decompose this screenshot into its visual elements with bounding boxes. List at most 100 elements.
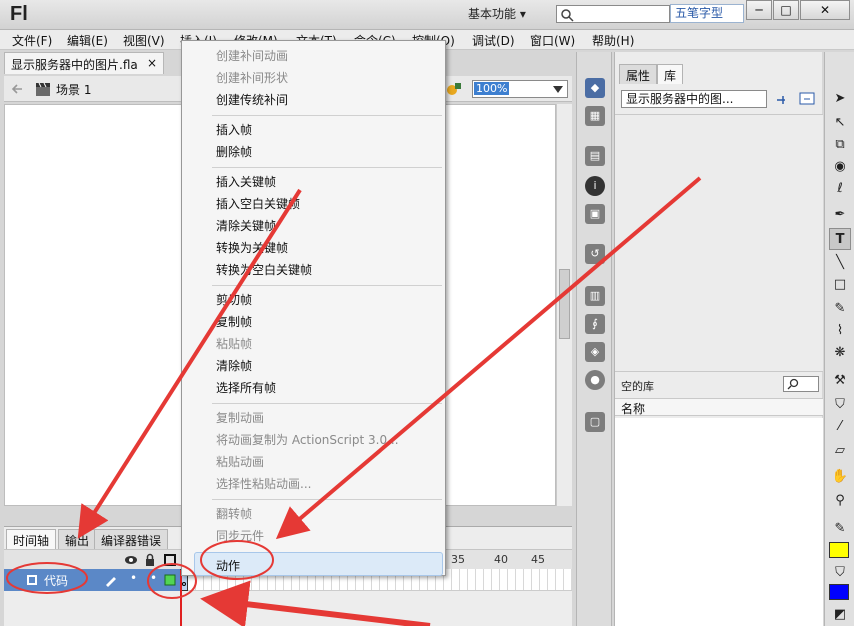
menu-item-insert-frame[interactable]: 插入帧	[216, 121, 252, 138]
clapper-icon	[36, 82, 50, 96]
rectangle-tool-icon[interactable]: □	[829, 274, 851, 296]
tab-output[interactable]: 输出	[58, 529, 97, 549]
line-tool-icon[interactable]: ╲	[829, 252, 851, 274]
menu-edit[interactable]: 编辑(E)	[67, 32, 108, 49]
swap-colors-icon[interactable]: ◩	[829, 604, 851, 626]
maximize-button[interactable]: □	[773, 0, 799, 20]
library-item-list[interactable]	[615, 418, 823, 626]
eraser-tool-icon[interactable]: ▱	[829, 440, 851, 462]
new-library-panel-icon[interactable]	[799, 92, 817, 106]
menu-item-clear-keyframe[interactable]: 清除关键帧	[216, 217, 276, 234]
tab-library[interactable]: 库	[657, 64, 684, 84]
library-books-icon[interactable]: ▥	[585, 286, 605, 306]
ime-indicator[interactable]: 五笔字型	[670, 4, 744, 23]
menu-item-create-motion-tween: 创建补间动画	[216, 49, 289, 63]
library-preview	[615, 114, 823, 372]
zoom-select[interactable]: 100%	[472, 80, 568, 98]
tab-compiler-errors[interactable]: 编译器错误	[94, 529, 169, 549]
hand-tool-icon[interactable]: ✋	[829, 466, 851, 488]
menu-item-cut-frames[interactable]: 剪切帧	[216, 291, 252, 308]
menu-item-copy-motion-as-as3: 将动画复制为 ActionScript 3.0...	[216, 433, 399, 447]
menu-item-insert-keyframe[interactable]: 插入关键帧	[216, 173, 276, 190]
history-icon[interactable]: ↺	[585, 244, 605, 264]
3d-rotation-tool-icon[interactable]: ◉	[829, 156, 851, 178]
subselection-tool-icon[interactable]: ↖	[829, 112, 851, 134]
menu-item-create-classic-tween[interactable]: 创建传统补间	[216, 91, 288, 108]
menu-item-paste-motion: 粘贴动画	[216, 455, 265, 469]
actions-icon[interactable]: ∮	[585, 314, 605, 334]
menu-item-create-shape-tween: 创建补间形状	[216, 71, 289, 85]
menu-item-paste-frames: 粘贴帧	[216, 337, 253, 351]
menu-item-select-all-frames[interactable]: 选择所有帧	[216, 379, 276, 396]
project-icon[interactable]: ▢	[585, 412, 605, 432]
frame-context-menu: 创建补间动画 创建补间形状 创建传统补间 插入帧 删除帧 插入关键帧 插入空白关…	[181, 40, 446, 576]
stage-vertical-scrollbar[interactable]	[556, 104, 572, 506]
menu-item-reverse-frames: 翻转帧	[216, 507, 253, 521]
paint-bucket-tool-icon[interactable]: ⛉	[829, 394, 851, 416]
empty-library-label: 空的库	[621, 380, 654, 393]
eyedropper-tool-icon[interactable]: ⁄	[829, 416, 851, 438]
swatches-icon[interactable]: ▦	[585, 106, 605, 126]
align-icon[interactable]: ▤	[585, 146, 605, 166]
eye-icon[interactable]	[124, 554, 138, 566]
menu-view[interactable]: 视图(V)	[123, 32, 165, 49]
menu-file[interactable]: 文件(F)	[12, 32, 52, 49]
lasso-tool-icon[interactable]: ℓ	[829, 178, 851, 200]
library-name-column-header[interactable]: 名称	[615, 398, 823, 416]
menu-item-convert-to-keyframe[interactable]: 转换为关键帧	[216, 239, 288, 256]
lock-icon[interactable]	[144, 553, 156, 567]
search-icon	[561, 9, 574, 22]
menu-item-actions[interactable]: 动作	[216, 557, 240, 574]
brush-tool-icon[interactable]: ⌇	[829, 320, 851, 342]
deco-tool-icon[interactable]: ❋	[829, 342, 851, 364]
name-column-label: 名称	[621, 402, 646, 416]
edit-scene-icon[interactable]	[444, 80, 464, 98]
bone-tool-icon[interactable]: ⚒	[829, 370, 851, 392]
playhead[interactable]	[180, 570, 182, 626]
menu-item-copy-motion: 复制动画	[216, 411, 265, 425]
components-icon[interactable]: ◈	[585, 342, 605, 362]
minimize-button[interactable]: ─	[746, 0, 772, 20]
menu-item-convert-to-blank-keyframe[interactable]: 转换为空白关键帧	[216, 261, 312, 278]
fill-color-swatch[interactable]	[829, 584, 849, 600]
layer-icon	[27, 575, 37, 585]
menu-debug[interactable]: 调试(D)	[472, 32, 515, 49]
motion-presets-icon[interactable]: ●	[585, 370, 605, 390]
help-search-input[interactable]	[556, 5, 670, 23]
visibility-dot-icon[interactable]: •	[130, 571, 137, 585]
menu-window[interactable]: 窗口(W)	[530, 32, 575, 49]
scrollbar-thumb[interactable]	[559, 269, 570, 339]
tab-timeline[interactable]: 时间轴	[6, 529, 57, 549]
menu-item-insert-blank-keyframe[interactable]: 插入空白关键帧	[216, 195, 300, 212]
layer-name-cell[interactable]: 代码 • •	[4, 569, 180, 591]
workspace-switcher[interactable]: 基本功能 ▾	[468, 5, 526, 22]
zoom-tool-icon[interactable]: ⚲	[829, 490, 851, 512]
menu-item-remove-frames[interactable]: 删除帧	[216, 143, 252, 160]
pin-library-icon[interactable]	[775, 94, 791, 106]
text-tool-icon[interactable]: T	[829, 228, 851, 250]
close-button[interactable]: ✕	[800, 0, 850, 20]
pencil-tool-icon[interactable]: ✎	[829, 298, 851, 320]
pen-tool-icon[interactable]: ✒	[829, 204, 851, 226]
free-transform-tool-icon[interactable]: ⧉	[829, 134, 851, 156]
close-tab-icon[interactable]: ×	[147, 56, 157, 70]
menu-item-copy-frames[interactable]: 复制帧	[216, 313, 252, 330]
chevron-down-icon: ▾	[519, 7, 526, 21]
document-tab[interactable]: 显示服务器中的图片.fla ×	[4, 52, 164, 74]
info-icon[interactable]: i	[585, 176, 605, 196]
transform-icon[interactable]: ▣	[585, 204, 605, 224]
back-arrow-icon[interactable]	[10, 82, 24, 96]
library-document-select[interactable]: 显示服务器中的图...	[621, 90, 767, 108]
stroke-color-swatch[interactable]	[829, 542, 849, 558]
outline-icon[interactable]	[164, 554, 176, 566]
tab-properties[interactable]: 属性	[619, 64, 658, 84]
lock-dot-icon[interactable]: •	[150, 571, 157, 585]
selection-tool-icon[interactable]: ➤	[829, 88, 851, 110]
layer-color-icon[interactable]	[164, 574, 176, 586]
menu-help[interactable]: 帮助(H)	[592, 32, 634, 49]
flash-logo: Fl	[10, 3, 28, 25]
frame-number: 45	[531, 553, 545, 566]
library-search-input[interactable]	[783, 376, 819, 392]
color-palette-icon[interactable]: ◆	[585, 78, 605, 98]
menu-item-clear-frames[interactable]: 清除帧	[216, 357, 252, 374]
